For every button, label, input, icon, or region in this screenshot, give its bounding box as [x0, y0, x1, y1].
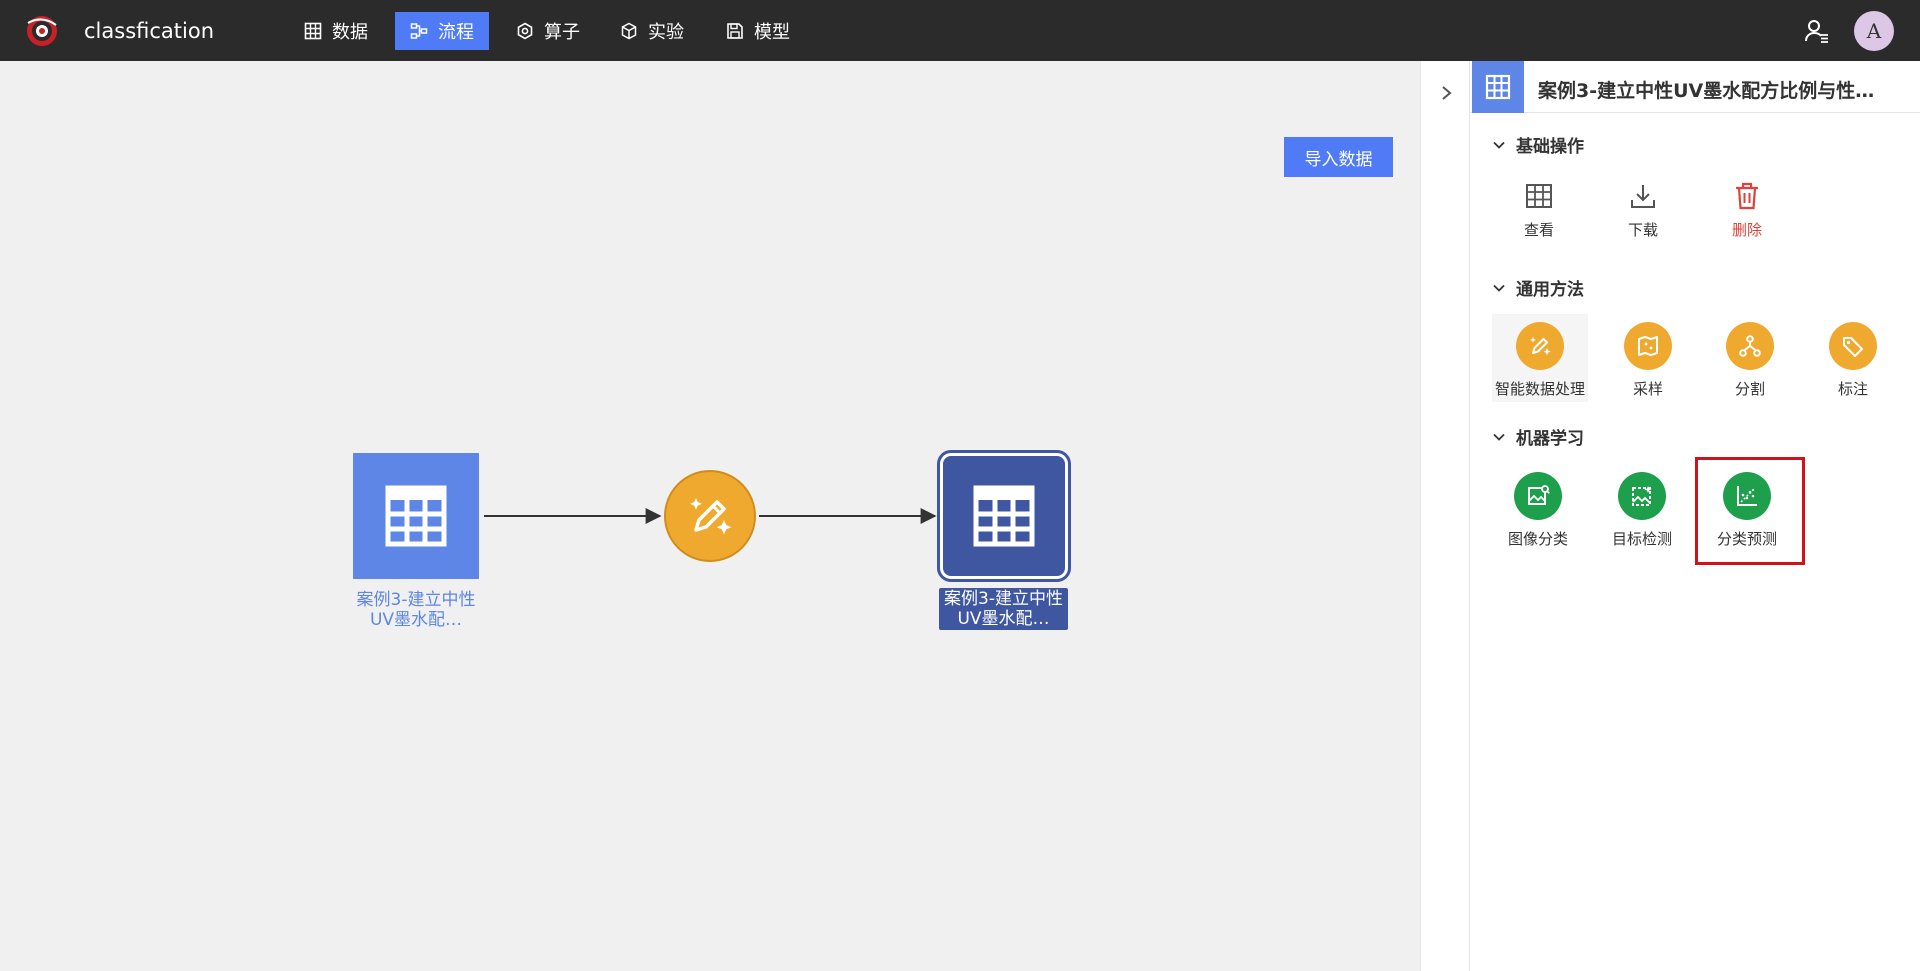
image-classification-button[interactable]: 图像分类 — [1490, 472, 1586, 549]
top-navbar: classfication 数据 流程 算子 实验 模型 A — [0, 0, 1920, 61]
image-classification-label: 图像分类 — [1507, 530, 1568, 548]
image-classify-icon — [1528, 485, 1550, 505]
magic-pencil-icon — [690, 498, 732, 535]
dataset-node-source[interactable] — [353, 453, 479, 579]
sampling-label: 采样 — [1632, 380, 1663, 398]
view-label: 查看 — [1523, 221, 1554, 239]
nav-data[interactable]: 数据 — [289, 12, 383, 50]
chevron-down-icon — [1493, 141, 1505, 149]
nav-model[interactable]: 模型 — [711, 12, 805, 50]
sampling-icon-wrap — [1624, 322, 1672, 370]
nav-experiment[interactable]: 实验 — [605, 12, 699, 50]
save-icon — [727, 23, 743, 39]
smart-data-processing-icon-wrap — [1516, 322, 1564, 370]
view-icon-wrap — [1491, 181, 1587, 211]
table-icon — [1526, 184, 1552, 208]
flow-icon — [410, 23, 428, 39]
smart-data-processing-label: 智能数据处理 — [1494, 380, 1585, 398]
import-data-button[interactable]: 导入数据 — [1284, 137, 1393, 177]
chevron-down-icon — [1493, 284, 1505, 292]
object-detect-icon — [1632, 486, 1652, 506]
panel-title: 案例3-建立中性UV墨水配方比例与性… — [1538, 80, 1875, 102]
delete-label: 删除 — [1731, 221, 1762, 239]
split-label: 分割 — [1734, 380, 1765, 398]
cube-icon — [621, 22, 637, 40]
image-classification-icon-wrap — [1514, 472, 1562, 520]
nav-flow-label: 流程 — [438, 22, 474, 43]
map-icon — [1638, 336, 1658, 356]
annotate-icon-wrap — [1829, 322, 1877, 370]
download-button[interactable]: 下载 — [1595, 181, 1691, 240]
app-logo-icon[interactable] — [24, 13, 60, 49]
user-manage-icon[interactable] — [1804, 18, 1830, 44]
object-detection-button[interactable]: 目标检测 — [1594, 472, 1690, 549]
section-basic-operations-title: 基础操作 — [1516, 137, 1584, 157]
highlight-box — [1695, 457, 1805, 565]
chevron-down-icon — [1493, 433, 1505, 441]
operator-node-smart-processing[interactable] — [664, 470, 756, 562]
nav-data-label: 数据 — [332, 22, 368, 43]
view-button[interactable]: 查看 — [1491, 181, 1587, 240]
download-icon — [1631, 185, 1655, 208]
panel-dataset-icon-box — [1472, 61, 1524, 113]
dataset-node-output-body — [943, 456, 1065, 576]
table-icon — [973, 485, 1035, 547]
dataset-node-output[interactable] — [937, 450, 1071, 582]
download-icon-wrap — [1595, 181, 1691, 211]
nav-experiment-label: 实验 — [648, 22, 684, 43]
section-machine-learning[interactable]: 机器学习 — [1492, 424, 1584, 449]
dataset-node-output-label[interactable]: 案例3-建立中性UV墨水配… — [939, 588, 1068, 630]
tag-icon — [1843, 337, 1863, 357]
avatar[interactable]: A — [1854, 11, 1894, 51]
section-general-methods[interactable]: 通用方法 — [1492, 275, 1584, 300]
section-basic-operations[interactable]: 基础操作 — [1492, 132, 1584, 157]
smart-data-processing-button[interactable]: 智能数据处理 — [1492, 314, 1588, 402]
app-title: classfication — [84, 19, 214, 43]
split-button[interactable]: 分割 — [1702, 322, 1798, 399]
panel-collapse-strip — [1420, 61, 1470, 971]
annotate-label: 标注 — [1837, 380, 1868, 398]
table-icon — [304, 22, 322, 40]
split-icon — [1739, 335, 1761, 357]
table-icon — [1485, 74, 1511, 100]
chevron-right-icon[interactable] — [1436, 82, 1456, 104]
delete-button[interactable]: 删除 — [1699, 181, 1795, 240]
nav-operator-label: 算子 — [544, 22, 580, 43]
nav-model-label: 模型 — [754, 22, 790, 43]
section-machine-learning-title: 机器学习 — [1516, 429, 1584, 449]
trash-icon — [1736, 182, 1758, 210]
section-general-methods-title: 通用方法 — [1516, 280, 1584, 300]
nav-operator[interactable]: 算子 — [501, 12, 595, 50]
dataset-node-source-label[interactable]: 案例3-建立中性UV墨水配… — [353, 590, 479, 630]
hexagon-icon — [517, 22, 533, 40]
table-icon — [385, 485, 447, 547]
object-detection-label: 目标检测 — [1611, 530, 1672, 548]
nav-flow[interactable]: 流程 — [395, 12, 489, 50]
annotate-button[interactable]: 标注 — [1805, 322, 1901, 399]
sampling-button[interactable]: 采样 — [1600, 322, 1696, 399]
magic-pencil-icon — [1530, 337, 1551, 356]
object-detection-icon-wrap — [1618, 472, 1666, 520]
download-label: 下载 — [1627, 221, 1658, 239]
delete-icon-wrap — [1699, 181, 1795, 211]
split-icon-wrap — [1726, 322, 1774, 370]
